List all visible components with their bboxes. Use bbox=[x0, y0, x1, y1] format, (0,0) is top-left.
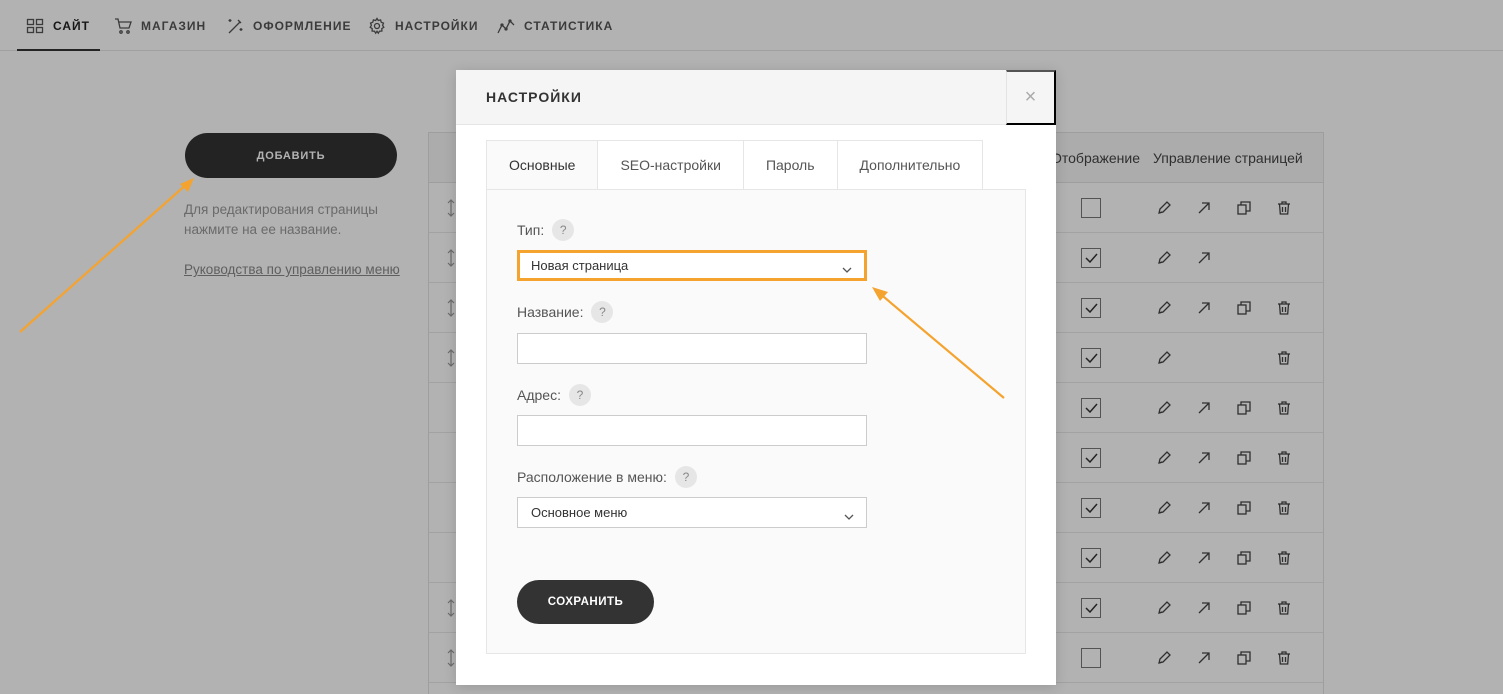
type-select[interactable]: Новая страница bbox=[517, 250, 867, 281]
close-icon[interactable]: × bbox=[1006, 70, 1056, 125]
menu-location-select[interactable]: Основное меню bbox=[517, 497, 867, 528]
tab-main[interactable]: Основные bbox=[486, 140, 599, 190]
settings-tabs: Основные SEO-настройки Пароль Дополнител… bbox=[486, 140, 984, 190]
chevron-down-icon bbox=[844, 509, 854, 520]
name-label-text: Название: bbox=[517, 304, 584, 320]
tab-seo[interactable]: SEO-настройки bbox=[598, 140, 744, 190]
address-input[interactable] bbox=[517, 415, 867, 446]
chevron-down-icon bbox=[842, 262, 852, 273]
tab-password[interactable]: Пароль bbox=[743, 140, 838, 190]
type-field-label: Тип: ? bbox=[517, 219, 575, 241]
save-button[interactable]: СОХРАНИТЬ bbox=[517, 580, 654, 624]
modal-header: НАСТРОЙКИ × bbox=[456, 70, 1056, 125]
type-select-value: Новая страница bbox=[531, 258, 629, 273]
address-field-label: Адрес: ? bbox=[517, 384, 591, 406]
name-field-label: Название: ? bbox=[517, 301, 614, 323]
menu-location-select-value: Основное меню bbox=[531, 505, 628, 520]
help-icon[interactable]: ? bbox=[674, 466, 697, 488]
modal-title: НАСТРОЙКИ bbox=[486, 89, 582, 105]
address-label-text: Адрес: bbox=[517, 387, 561, 403]
menu-location-label-text: Расположение в меню: bbox=[517, 469, 667, 485]
type-label-text: Тип: bbox=[517, 222, 545, 238]
help-icon[interactable]: ? bbox=[568, 384, 591, 406]
help-icon[interactable]: ? bbox=[552, 219, 575, 241]
tab-panel-main: Тип: ? Новая страница Название: ? Адрес:… bbox=[486, 189, 1026, 654]
help-icon[interactable]: ? bbox=[591, 301, 614, 323]
menu-location-field-label: Расположение в меню: ? bbox=[517, 466, 697, 488]
tab-advanced[interactable]: Дополнительно bbox=[837, 140, 984, 190]
name-input[interactable] bbox=[517, 333, 867, 364]
settings-modal: НАСТРОЙКИ × Основные SEO-настройки Парол… bbox=[456, 70, 1056, 685]
